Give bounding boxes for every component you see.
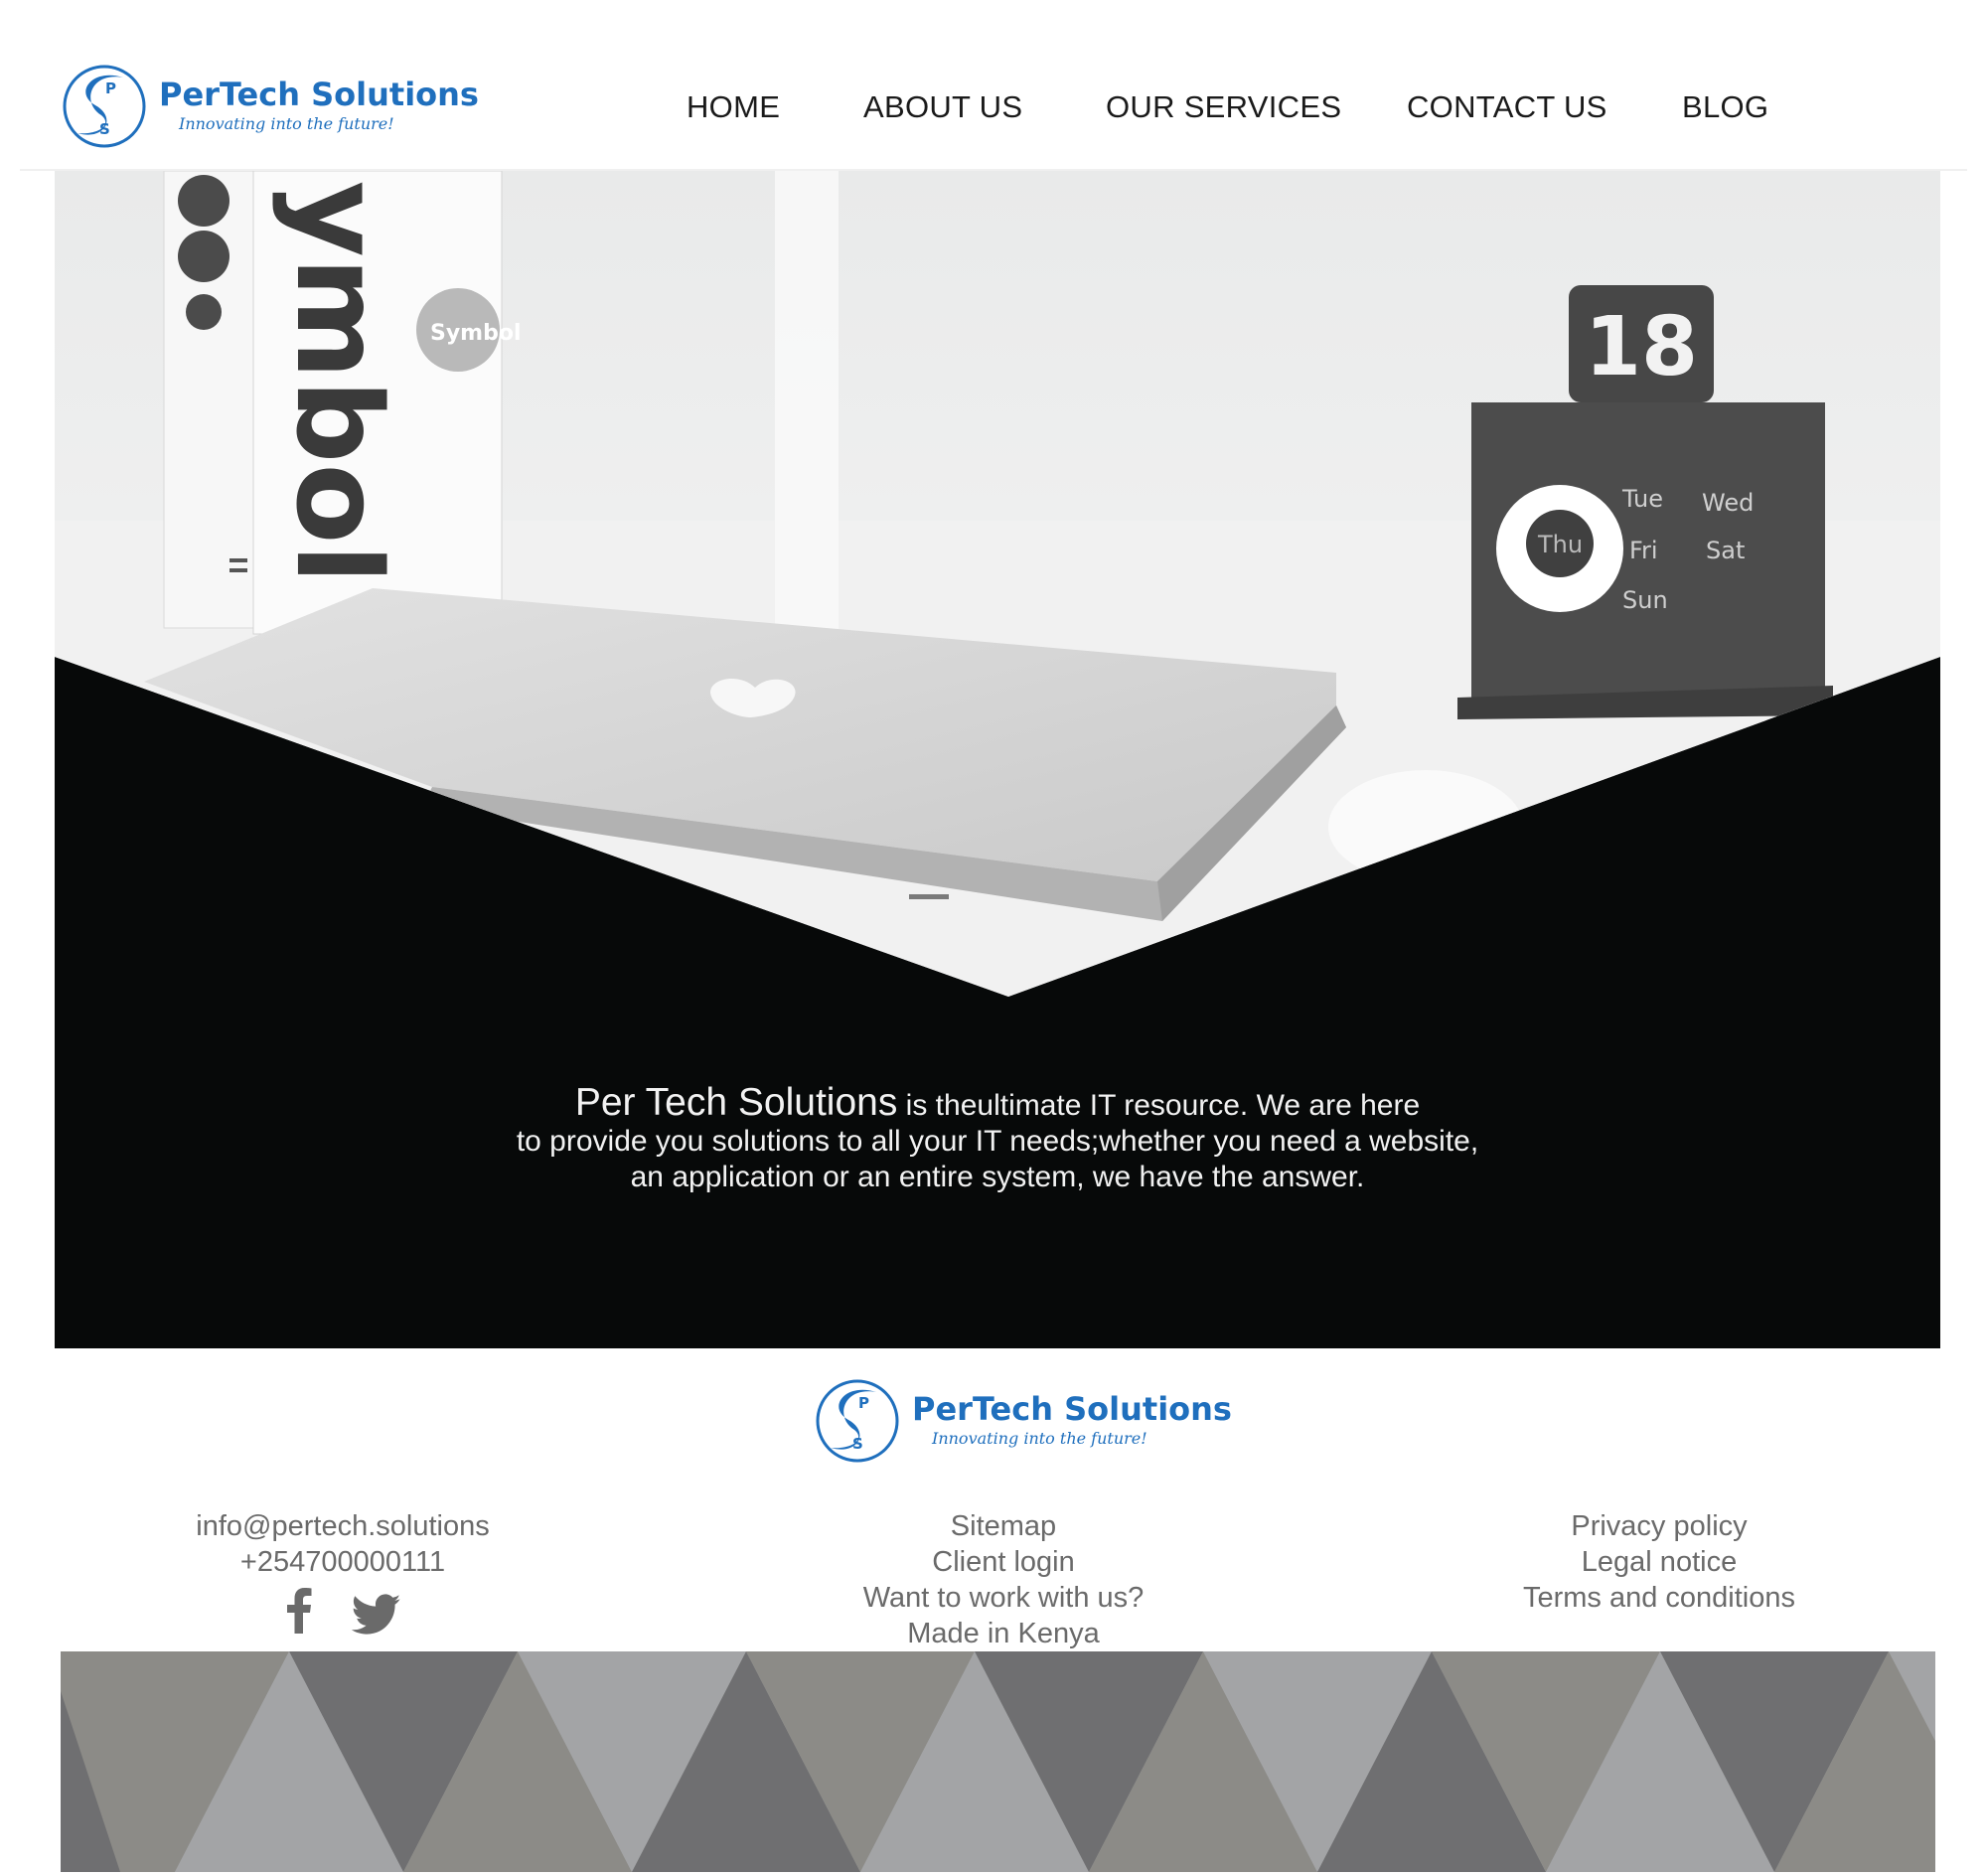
footer-logo-brand-name: PerTech Solutions: [912, 1390, 1232, 1428]
footer-made-in-kenya: Made in Kenya: [907, 1618, 1100, 1649]
calendar-day-wed: Wed: [1702, 489, 1754, 517]
calendar-day-sun: Sun: [1622, 586, 1668, 614]
nav-contact-us[interactable]: CONTACT US: [1407, 85, 1607, 129]
facebook-icon[interactable]: [284, 1586, 314, 1634]
footer-link-work-with-us[interactable]: Want to work with us?: [795, 1580, 1212, 1616]
calendar-number: 18: [1585, 300, 1698, 394]
hero-line-2: to provide you solutions to all your IT …: [516, 1125, 1479, 1158]
footer-link-client-login[interactable]: Client login: [795, 1544, 1212, 1580]
hero-line-3: an application or an entire system, we h…: [630, 1161, 1365, 1193]
footer-contact: info@pertech.solutions +254700000111: [144, 1508, 541, 1580]
footer-triangle-pattern: [61, 1651, 1935, 1872]
nav-home[interactable]: HOME: [687, 85, 780, 129]
footer-link-sitemap[interactable]: Sitemap: [795, 1508, 1212, 1544]
footer-phone-link[interactable]: +254700000111: [144, 1544, 541, 1580]
hero-line-1-rest: is theultimate IT resource. We are here: [897, 1089, 1421, 1122]
nav-about-us[interactable]: ABOUT US: [863, 85, 1022, 129]
logo-brand-name: PerTech Solutions: [159, 76, 479, 113]
book-sticker-text: Symbol: [430, 321, 522, 346]
book-spine-text: ymbol: [270, 181, 407, 584]
hero-line-1: Per Tech Solutions is theultimate IT res…: [55, 1083, 1940, 1124]
nav-our-services[interactable]: OUR SERVICES: [1106, 85, 1341, 129]
footer-email-link[interactable]: info@pertech.solutions: [144, 1508, 541, 1544]
footer-logo-letter-p: P: [858, 1394, 869, 1412]
nav-blog[interactable]: BLOG: [1682, 85, 1768, 129]
footer-logo-emblem-icon: P S: [816, 1379, 899, 1463]
header-logo[interactable]: P S PerTech Solutions Innovating into th…: [62, 62, 479, 151]
footer-link-privacy-policy[interactable]: Privacy policy: [1460, 1508, 1858, 1544]
footer-link-terms[interactable]: Terms and conditions: [1460, 1580, 1858, 1616]
hero-lead: Per Tech Solutions: [574, 1081, 898, 1124]
footer-logo-tagline: Innovating into the future!: [932, 1429, 1147, 1448]
calendar-day-tue: Tue: [1621, 485, 1663, 513]
calendar-day-fri: Fri: [1629, 537, 1658, 564]
calendar-day-thu: Thu: [1537, 531, 1583, 558]
footer-logo-letter-s: S: [852, 1435, 863, 1453]
footer-link-legal-notice[interactable]: Legal notice: [1460, 1544, 1858, 1580]
calendar-day-sat: Sat: [1706, 537, 1745, 564]
hero-description: Per Tech Solutions is theultimate IT res…: [55, 1083, 1940, 1195]
logo-letter-s: S: [99, 120, 110, 138]
footer-logo[interactable]: P S PerTech Solutions Innovating into th…: [815, 1376, 1232, 1466]
twitter-icon[interactable]: [352, 1594, 401, 1636]
logo-letter-p: P: [105, 79, 116, 97]
hero-section: ymbol Symbol 18 Thu Tue Wed Fri Sat Sun …: [55, 171, 1940, 1348]
footer-links-right: Privacy policy Legal notice Terms and co…: [1460, 1508, 1858, 1616]
footer-links-middle: Sitemap Client login Want to work with u…: [795, 1508, 1212, 1651]
logo-emblem-icon: P S: [63, 65, 146, 148]
logo-tagline: Innovating into the future!: [179, 114, 394, 133]
